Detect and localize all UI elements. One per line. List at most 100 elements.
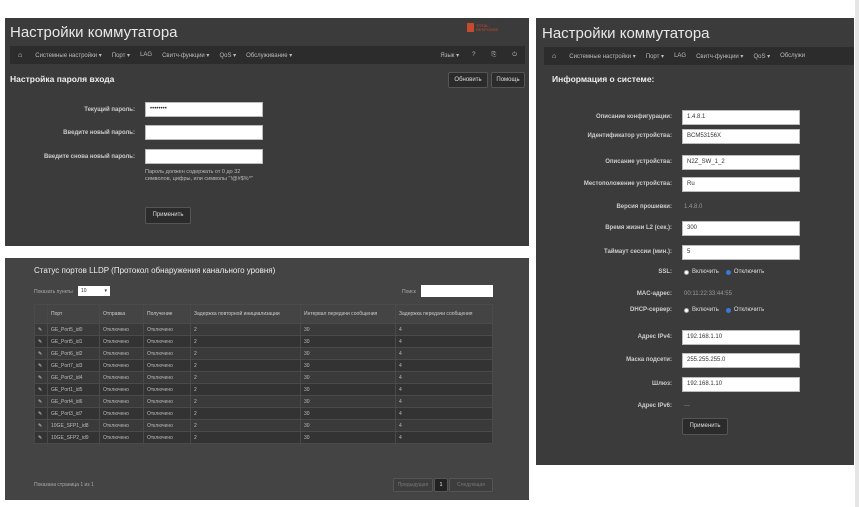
nav-system-settings[interactable]: Системные настройки ▾ bbox=[564, 53, 641, 60]
search-input[interactable] bbox=[421, 285, 493, 297]
table-cell: Отключено bbox=[99, 323, 144, 336]
radio-enable-label: Включить bbox=[692, 307, 719, 313]
table-cell: Отключено bbox=[143, 395, 191, 408]
sysinfo-input[interactable]: 255.255.255.0 bbox=[682, 353, 800, 368]
table-cell: Отключено bbox=[99, 395, 144, 408]
next-page-button[interactable]: Следующая bbox=[449, 478, 493, 492]
sysinfo-input[interactable]: 1.4.8.1 bbox=[682, 110, 800, 125]
nav-port[interactable]: Порт ▾ bbox=[641, 53, 669, 60]
save-icon[interactable]: ⎘ bbox=[483, 52, 504, 59]
edit-icon[interactable]: ✎ bbox=[34, 335, 48, 348]
table-cell: Отключено bbox=[99, 359, 144, 372]
nav-qos[interactable]: QoS ▾ bbox=[214, 52, 241, 59]
show-entries-select[interactable]: 10 ▾ bbox=[78, 286, 110, 296]
table-cell: 30 bbox=[300, 335, 396, 348]
nav-maintenance[interactable]: Обслуживание ▾ bbox=[241, 52, 297, 59]
table-row: ✎ 10GE_SFP2_id9 Отключено Отключено 2 30 4 bbox=[34, 431, 493, 444]
col-reinit-delay[interactable]: Задержка повторной инициализации bbox=[190, 304, 301, 324]
radio-disable[interactable] bbox=[725, 307, 731, 313]
sysinfo-input[interactable]: Ru bbox=[682, 177, 800, 192]
table-cell: 30 bbox=[300, 383, 396, 396]
page-1-button[interactable]: 1 bbox=[434, 478, 448, 492]
nav-switch-functions[interactable]: Свитч-функции ▾ bbox=[691, 53, 748, 60]
nav-system-settings[interactable]: Системные настройки ▾ bbox=[30, 52, 107, 59]
table-cell: 30 bbox=[300, 347, 396, 360]
edit-icon[interactable]: ✎ bbox=[34, 383, 48, 396]
col-send[interactable]: Отправка bbox=[99, 304, 144, 324]
sysinfo-input[interactable]: BCM53156X bbox=[682, 129, 800, 144]
power-icon[interactable]: ⏻ bbox=[504, 52, 525, 59]
table-cell: 2 bbox=[190, 371, 301, 384]
edit-icon[interactable]: ✎ bbox=[34, 371, 48, 384]
apply-button-right[interactable]: Применить bbox=[682, 418, 728, 435]
sysinfo-label: Адрес IPv4: bbox=[637, 334, 672, 340]
col-port[interactable]: Порт bbox=[47, 304, 100, 324]
nav-qos[interactable]: QoS ▾ bbox=[748, 53, 775, 60]
sysinfo-input[interactable]: N2Z_SW_1_2 bbox=[682, 155, 800, 170]
scrollbar[interactable] bbox=[855, 0, 859, 507]
sysinfo-input[interactable]: 192.168.1.10 bbox=[682, 377, 800, 392]
col-tx-interval[interactable]: Интервал передачи сообщения bbox=[300, 304, 396, 324]
table-cell: 2 bbox=[190, 395, 301, 408]
sysinfo-input[interactable]: 192.168.1.10 bbox=[682, 330, 800, 345]
current-password-input[interactable]: •••••••• bbox=[145, 102, 263, 117]
prev-page-button[interactable]: Предыдущая bbox=[393, 478, 433, 492]
help-icon[interactable]: ? bbox=[464, 52, 483, 59]
radio-disable[interactable] bbox=[725, 269, 731, 275]
edit-icon[interactable]: ✎ bbox=[34, 407, 48, 420]
col-tx-delay[interactable]: Задержка передачи сообщения bbox=[395, 304, 493, 324]
table-cell: GE_Port7_id3 bbox=[47, 359, 100, 372]
sysinfo-label: Описание устройства: bbox=[605, 159, 672, 165]
chevron-down-icon: ▾ bbox=[104, 288, 107, 294]
lldp-title: Статус портов LLDP (Протокол обнаружения… bbox=[34, 266, 276, 275]
home-icon[interactable]: ⌂ bbox=[10, 52, 30, 59]
sysinfo-input[interactable]: 300 bbox=[682, 221, 800, 236]
table-cell: 2 bbox=[190, 383, 301, 396]
edit-icon[interactable]: ✎ bbox=[34, 323, 48, 336]
radio-enable-label: Включить bbox=[692, 269, 719, 275]
table-cell: GE_Port2_id4 bbox=[47, 371, 100, 384]
sysinfo-input[interactable]: 5 bbox=[682, 245, 800, 260]
table-cell: 30 bbox=[300, 419, 396, 432]
app-title: Настройки коммутатора bbox=[10, 24, 178, 41]
edit-icon[interactable]: ✎ bbox=[34, 395, 48, 408]
radio-enable[interactable] bbox=[684, 269, 689, 275]
nav-switch-functions[interactable]: Свитч-функции ▾ bbox=[157, 52, 214, 59]
edit-icon[interactable]: ✎ bbox=[34, 431, 48, 444]
table-cell: Отключено bbox=[99, 431, 144, 444]
refresh-button[interactable]: Обновить bbox=[448, 72, 488, 88]
table-row: ✎ GE_Port3_id7 Отключено Отключено 2 30 4 bbox=[34, 407, 493, 420]
apply-button[interactable]: Применить bbox=[145, 207, 191, 224]
col-receive[interactable]: Получение bbox=[143, 304, 191, 324]
edit-icon[interactable]: ✎ bbox=[34, 359, 48, 372]
table-cell: Отключено bbox=[143, 371, 191, 384]
radio-enable[interactable] bbox=[684, 307, 689, 313]
table-cell: 2 bbox=[190, 323, 301, 336]
sysinfo-label: Местоположение устройства: bbox=[583, 181, 672, 187]
home-icon[interactable]: ⌂ bbox=[544, 53, 564, 60]
page-info: Показана страница 1 из 1 bbox=[34, 482, 94, 488]
sysinfo-label: Адрес IPv6: bbox=[637, 403, 672, 409]
nav-language[interactable]: Язык ▾ bbox=[435, 52, 464, 59]
table-cell: 2 bbox=[190, 359, 301, 372]
nav-port[interactable]: Порт ▾ bbox=[107, 52, 135, 59]
confirm-password-input[interactable] bbox=[145, 149, 263, 164]
table-cell: 4 bbox=[395, 347, 493, 360]
table-cell: 2 bbox=[190, 347, 301, 360]
nav-maintenance[interactable]: Обслужи bbox=[775, 53, 810, 59]
new-password-input[interactable] bbox=[145, 125, 263, 140]
table-cell: GE_Port5_id0 bbox=[47, 323, 100, 336]
help-button[interactable]: Помощь bbox=[491, 72, 525, 88]
table-cell: Отключено bbox=[143, 407, 191, 420]
system-info-panel: Настройки коммутатора ⌂ Системные настро… bbox=[536, 18, 854, 465]
edit-icon[interactable]: ✎ bbox=[34, 419, 48, 432]
sysinfo-label: Шлюз: bbox=[652, 381, 672, 387]
table-cell: Отключено bbox=[99, 383, 144, 396]
main-navbar: ⌂ Системные настройки ▾ Порт ▾ LAG Свитч… bbox=[10, 46, 525, 64]
table-cell: GE_Port3_id7 bbox=[47, 407, 100, 420]
sysinfo-label: SSL: bbox=[658, 269, 672, 275]
nav-lag[interactable]: LAG bbox=[669, 53, 691, 59]
table-cell: Отключено bbox=[143, 335, 191, 348]
edit-icon[interactable]: ✎ bbox=[34, 347, 48, 360]
nav-lag[interactable]: LAG bbox=[135, 52, 157, 58]
